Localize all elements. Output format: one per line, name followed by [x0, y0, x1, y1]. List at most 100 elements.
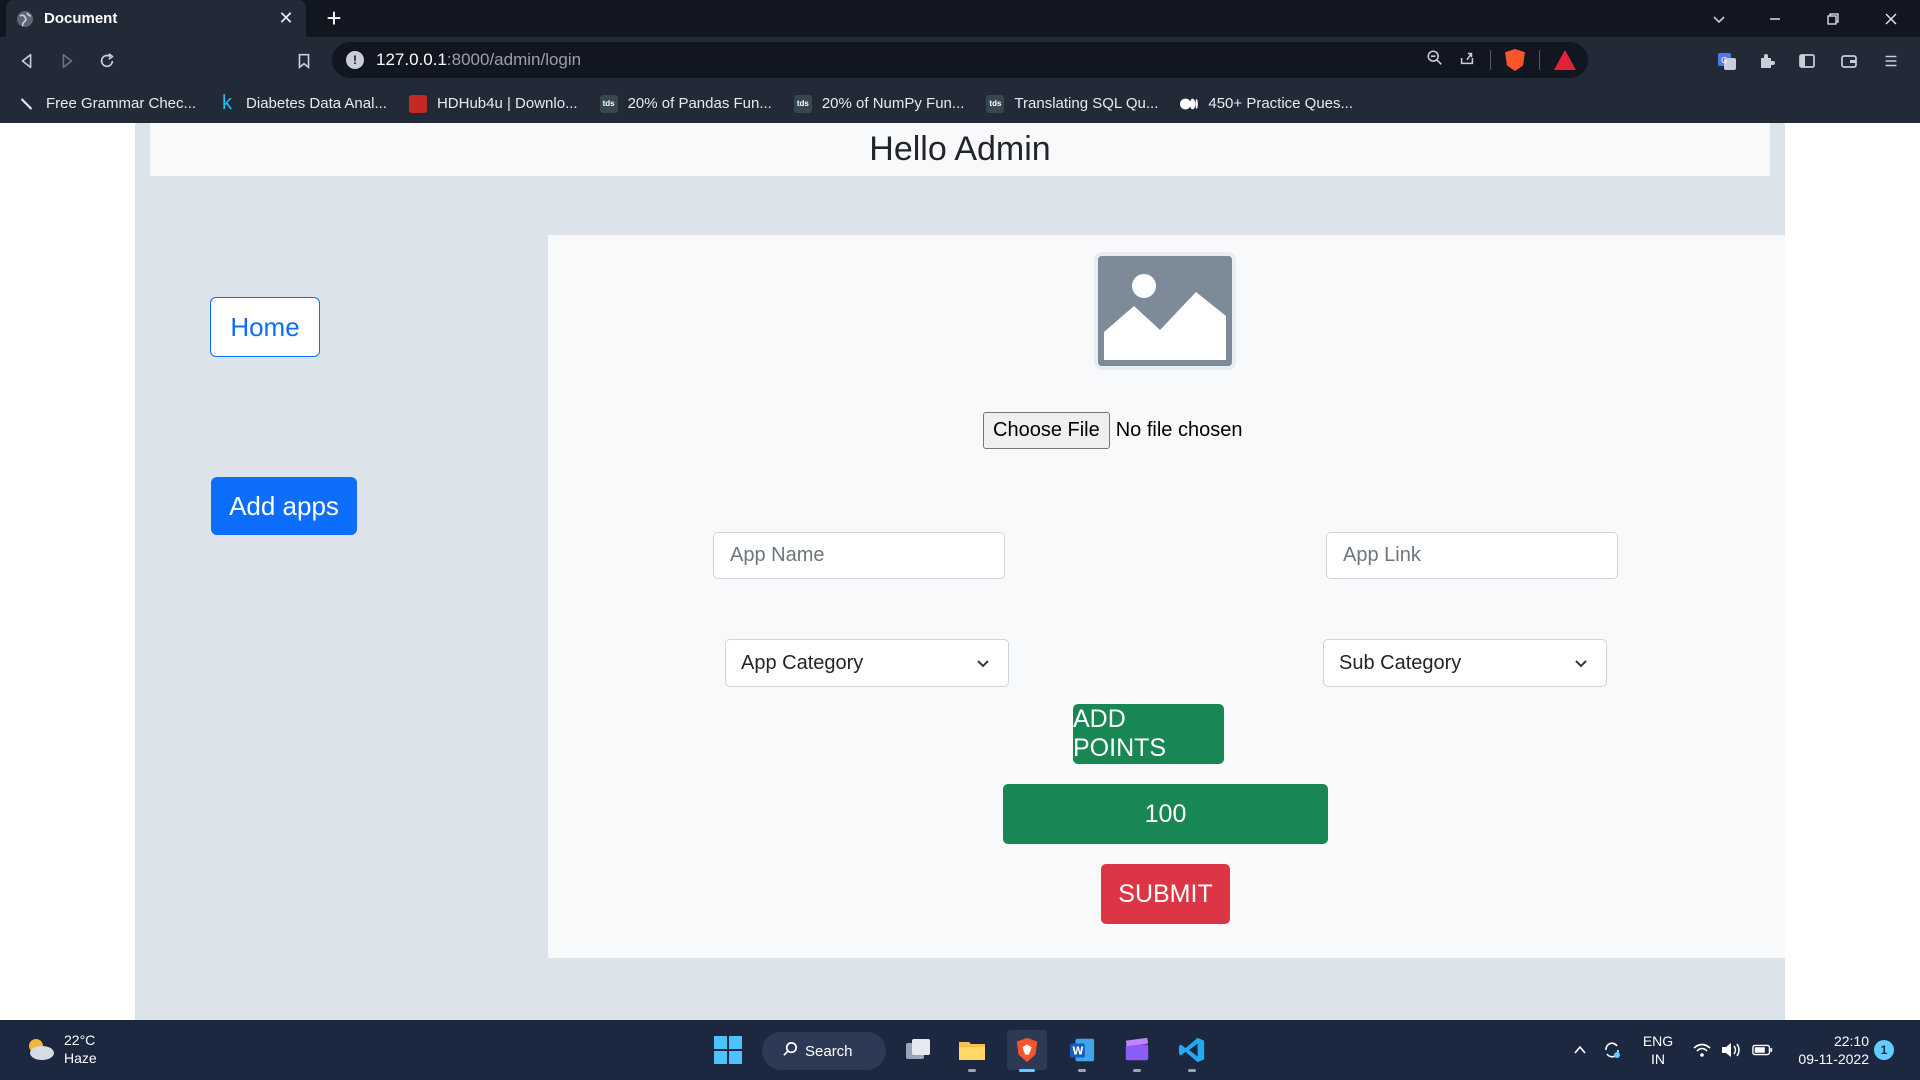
- site-info-icon[interactable]: !: [346, 51, 364, 69]
- app-link-input[interactable]: App Link: [1326, 532, 1618, 579]
- add-points-button[interactable]: ADD POINTS: [1073, 704, 1224, 764]
- reload-button[interactable]: [92, 46, 122, 76]
- chevron-down-icon: [1572, 654, 1590, 672]
- browser-toolbar: ! 127.0.0.1:8000/admin/login G: [0, 37, 1920, 84]
- app-category-select[interactable]: App Category: [725, 639, 1009, 687]
- zoom-icon[interactable]: [1426, 49, 1444, 72]
- bookmark-label: Diabetes Data Anal...: [246, 95, 387, 112]
- vscode-icon[interactable]: [1172, 1030, 1212, 1072]
- notification-badge[interactable]: 1: [1874, 1040, 1894, 1060]
- sync-icon[interactable]: [1602, 1020, 1622, 1080]
- add-app-form: Choose File No file chosen App Name App …: [548, 235, 1785, 958]
- image-placeholder-icon: [1094, 252, 1236, 370]
- close-window-button[interactable]: [1868, 0, 1914, 37]
- forward-button[interactable]: [52, 46, 82, 76]
- system-clock[interactable]: 22:10 09-11-2022: [1791, 1032, 1869, 1068]
- running-indicator: [1133, 1069, 1141, 1072]
- sub-category-select[interactable]: Sub Category: [1323, 639, 1607, 687]
- globe-icon: [16, 10, 34, 28]
- new-tab-button[interactable]: +: [320, 4, 348, 32]
- taskbar-search[interactable]: Search: [762, 1032, 886, 1070]
- weather-condition: Haze: [64, 1050, 97, 1066]
- word-icon[interactable]: W: [1062, 1030, 1102, 1072]
- running-indicator: [1019, 1069, 1035, 1072]
- bookmark-item[interactable]: k Diabetes Data Anal...: [218, 92, 387, 114]
- weather-widget[interactable]: 22°C Haze: [24, 1031, 97, 1067]
- bookmark-item[interactable]: tds 20% of NumPy Fun...: [793, 94, 965, 113]
- share-icon[interactable]: [1458, 49, 1476, 72]
- translate-icon[interactable]: G: [1712, 46, 1742, 76]
- show-hidden-icons[interactable]: [1572, 1020, 1588, 1080]
- points-value[interactable]: 100: [1003, 784, 1328, 844]
- menu-icon[interactable]: [1876, 46, 1906, 76]
- tds-icon: tds: [599, 94, 618, 113]
- file-explorer-icon[interactable]: [952, 1030, 992, 1072]
- battery-icon[interactable]: [1752, 1020, 1774, 1080]
- running-indicator: [1188, 1069, 1196, 1072]
- app-category-value: App Category: [741, 651, 864, 674]
- windows-taskbar: 22°C Haze Search W ENG IN 22:10 09-11-20…: [0, 1020, 1920, 1080]
- bookmark-item[interactable]: tds 20% of Pandas Fun...: [599, 94, 772, 113]
- close-tab-icon[interactable]: ✕: [276, 8, 296, 29]
- running-indicator: [1078, 1069, 1086, 1072]
- bookmark-label: 20% of NumPy Fun...: [821, 95, 965, 112]
- tab-title: Document: [44, 10, 118, 27]
- region-code: IN: [1651, 1051, 1665, 1067]
- wifi-icon[interactable]: [1692, 1020, 1712, 1080]
- clock-date: 09-11-2022: [1798, 1051, 1869, 1067]
- page-header: Hello Admin: [150, 123, 1770, 176]
- browser-tab[interactable]: Document ✕: [6, 0, 306, 37]
- back-button[interactable]: [12, 46, 42, 76]
- extensions-icon[interactable]: [1752, 46, 1782, 76]
- bookmark-item[interactable]: 450+ Practice Ques...: [1180, 95, 1353, 113]
- bookmark-item[interactable]: HDHub4u | Downlo...: [408, 94, 578, 113]
- start-button[interactable]: [708, 1030, 748, 1070]
- bookmark-item[interactable]: tds Translating SQL Qu...: [986, 94, 1158, 113]
- svg-text:G: G: [1721, 56, 1727, 65]
- page-viewport: Hello Admin Home Add apps Choose File No…: [0, 123, 1920, 1020]
- url-host: 127.0.0.1: [376, 50, 447, 69]
- wallet-icon[interactable]: [1834, 46, 1864, 76]
- kaggle-icon: k: [222, 92, 233, 114]
- submit-button[interactable]: SUBMIT: [1101, 864, 1230, 924]
- url-path: :8000/admin/login: [446, 50, 582, 69]
- file-status: No file chosen: [1115, 418, 1243, 441]
- language-code: ENG: [1642, 1033, 1674, 1049]
- brave-browser-icon[interactable]: [1007, 1030, 1047, 1072]
- volume-icon[interactable]: [1720, 1020, 1742, 1080]
- tab-search-chevron-icon[interactable]: [1696, 0, 1742, 37]
- address-bar-actions: [1426, 42, 1576, 78]
- home-button[interactable]: Home: [210, 297, 320, 357]
- hdhub-icon: [408, 94, 427, 113]
- omnibox-divider: [1490, 50, 1491, 70]
- clipchamp-icon[interactable]: [1117, 1030, 1157, 1072]
- bookmark-label: 20% of Pandas Fun...: [627, 95, 772, 112]
- app-name-input[interactable]: App Name: [713, 532, 1005, 579]
- brave-shields-icon[interactable]: [1505, 49, 1525, 71]
- temperature: 22°C: [64, 1032, 96, 1048]
- bookmark-icon[interactable]: [289, 46, 319, 76]
- weather-haze-icon: [24, 1034, 56, 1064]
- clock-time: 22:10: [1833, 1033, 1869, 1049]
- sub-category-value: Sub Category: [1339, 651, 1462, 674]
- bookmark-label: 450+ Practice Ques...: [1208, 95, 1354, 112]
- bookmark-label: HDHub4u | Downlo...: [436, 95, 578, 112]
- browser-tab-bar: Document ✕ +: [0, 0, 1920, 37]
- file-input[interactable]: Choose File No file chosen: [983, 411, 1242, 449]
- admin-container: Hello Admin Home Add apps Choose File No…: [135, 123, 1785, 1020]
- task-view-icon[interactable]: [898, 1030, 938, 1070]
- bookmarks-bar: Free Grammar Chec... k Diabetes Data Ana…: [0, 84, 1920, 123]
- language-indicator[interactable]: ENG IN: [1642, 1032, 1674, 1068]
- omnibox-divider-2: [1539, 50, 1540, 70]
- brave-rewards-icon[interactable]: [1554, 50, 1576, 70]
- add-apps-button[interactable]: Add apps: [211, 477, 357, 535]
- chevron-down-icon: [974, 654, 992, 672]
- sidebar-toggle-icon[interactable]: [1792, 46, 1822, 76]
- address-bar[interactable]: ! 127.0.0.1:8000/admin/login: [332, 42, 1588, 78]
- choose-file-button[interactable]: Choose File: [983, 411, 1110, 449]
- minimize-button[interactable]: [1752, 0, 1798, 37]
- restore-button[interactable]: [1810, 0, 1856, 37]
- bookmark-item[interactable]: Free Grammar Chec...: [18, 95, 196, 113]
- running-indicator: [968, 1069, 976, 1072]
- bookmark-label: Free Grammar Chec...: [46, 95, 197, 112]
